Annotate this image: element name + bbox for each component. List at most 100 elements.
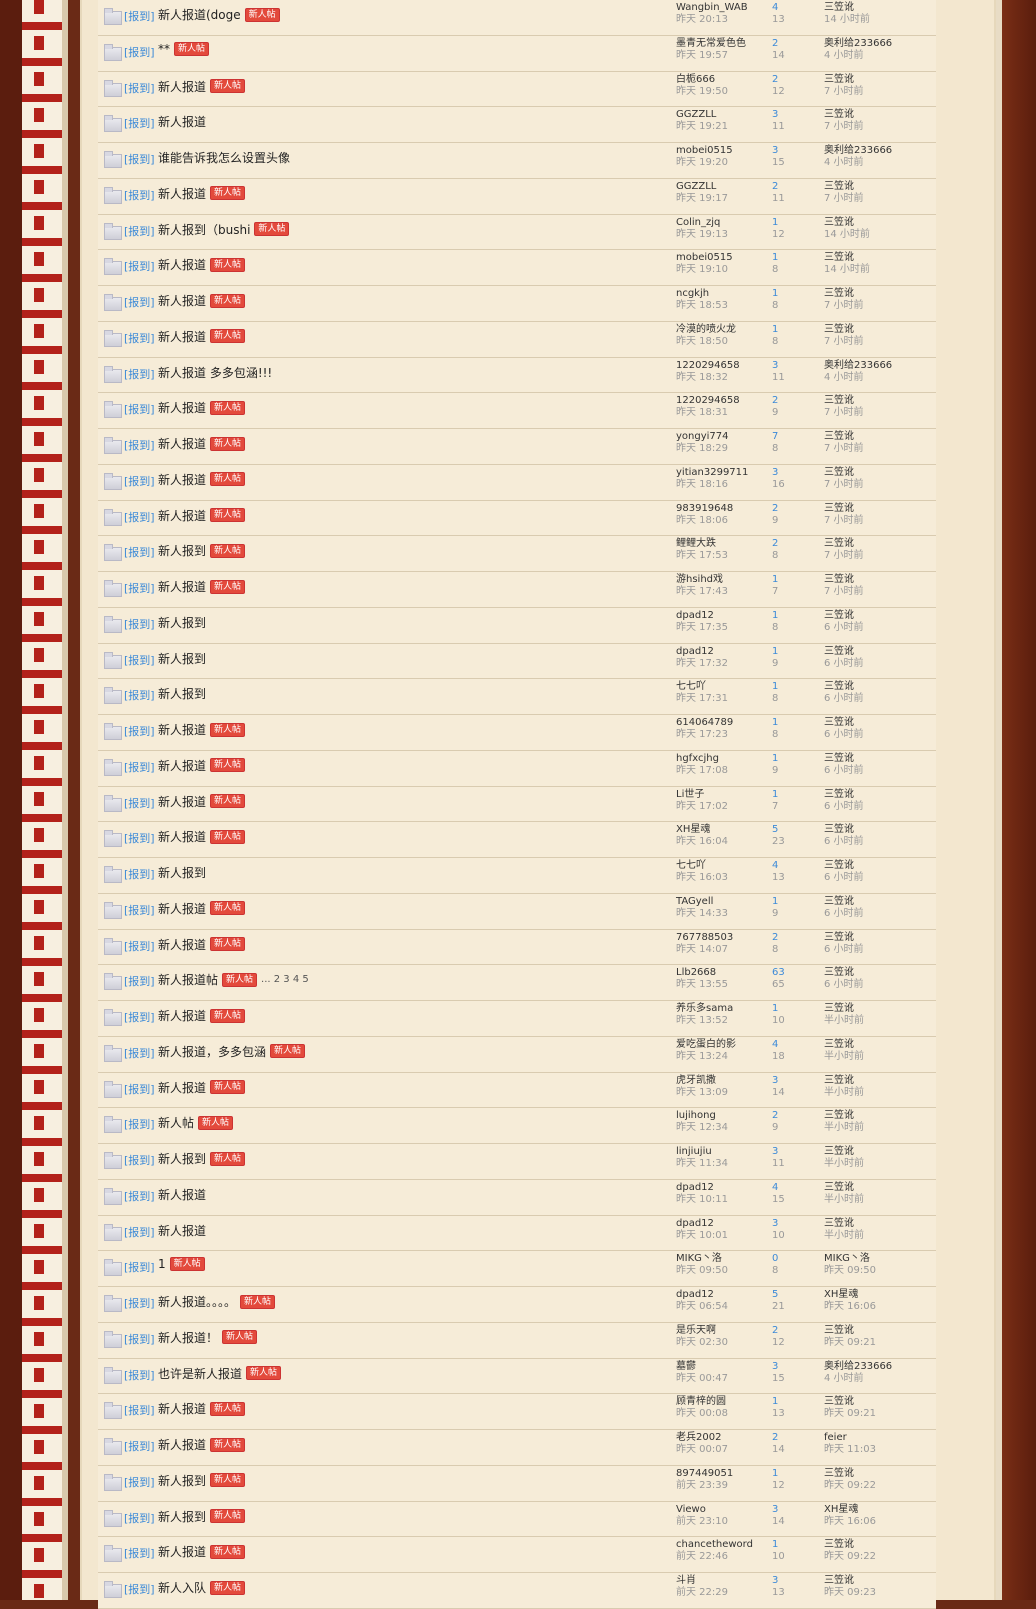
author-name[interactable]: MIKG丶洛 <box>676 1253 722 1264</box>
thread-title-text[interactable]: 新人报道 <box>158 471 206 488</box>
thread-title[interactable]: 新人报道 新人帖 <box>158 435 246 452</box>
thread-title-text[interactable]: 新人报道帖 <box>158 971 218 988</box>
last-reply-user[interactable]: 三笠讹 <box>824 1182 854 1193</box>
thread-category-link[interactable]: [报到] <box>124 723 155 739</box>
author-name[interactable]: 斗肖 <box>676 1575 696 1586</box>
thread-title-text[interactable]: 新人报到 <box>158 864 206 881</box>
last-reply-user[interactable]: 三笠讹 <box>824 967 854 978</box>
thread-title-text[interactable]: ** <box>158 42 170 56</box>
thread-title-text[interactable]: 新人报到 <box>158 1150 206 1167</box>
last-reply-user[interactable]: 奥利给233666 <box>824 1361 892 1372</box>
thread-category-link[interactable]: [报到] <box>124 1009 155 1025</box>
last-reply-user[interactable]: 三笠讹 <box>824 252 854 263</box>
thread-title[interactable]: 新人报道 新人帖 <box>158 936 246 953</box>
thread-row[interactable]: [报到] 新人报道 新人帖 chancetheword 前天 22:46 1 1… <box>98 1537 936 1573</box>
thread-category-link[interactable]: [报到] <box>124 1045 155 1061</box>
thread-category-link[interactable]: [报到] <box>124 223 155 239</box>
author-name[interactable]: 1220294658 <box>676 360 740 371</box>
thread-title[interactable]: 新人报道 新人帖 <box>158 828 246 845</box>
last-reply-user[interactable]: XH星魂 <box>824 1504 858 1515</box>
thread-title[interactable]: 新人报到 <box>158 685 206 702</box>
thread-title[interactable]: 新人报道 新人帖 <box>158 900 246 917</box>
thread-category-link[interactable]: [报到] <box>124 687 155 703</box>
author-name[interactable]: Li世子 <box>676 789 704 800</box>
thread-title-text[interactable]: 1 <box>158 1257 166 1271</box>
author-name[interactable]: hgfxcjhg <box>676 753 719 764</box>
author-name[interactable]: Llb2668 <box>676 967 716 978</box>
thread-title-text[interactable]: 新人报到 <box>158 1508 206 1525</box>
thread-title-text[interactable]: 新人报到 <box>158 685 206 702</box>
thread-category-link[interactable]: [报到] <box>124 1152 155 1168</box>
author-name[interactable]: 游hsihd戏 <box>676 574 723 585</box>
thread-category-link[interactable]: [报到] <box>124 44 155 60</box>
thread-row[interactable]: [报到] 也许是新人报道 新人帖 墓鬱 昨天 00:47 3 15 奥利给233… <box>98 1358 936 1395</box>
thread-title[interactable]: 新人报道 <box>158 1186 206 1203</box>
thread-title[interactable]: 新人报道 新人帖 <box>158 721 246 738</box>
thread-title[interactable]: 新人报道 <box>158 1222 206 1239</box>
last-reply-user[interactable]: 三笠讹 <box>824 717 854 728</box>
thread-category-link[interactable]: [报到] <box>124 1116 155 1132</box>
thread-row[interactable]: [报到] 新人报道 新人帖 Li世子 昨天 17:02 1 7 三笠讹 6 小时… <box>98 786 936 823</box>
last-reply-user[interactable]: 三笠讹 <box>824 610 854 621</box>
thread-category-link[interactable]: [报到] <box>124 80 155 96</box>
thread-category-link[interactable]: [报到] <box>124 1295 155 1311</box>
thread-title-text[interactable]: 新人报到 <box>158 650 206 667</box>
author-name[interactable]: dpad12 <box>676 610 714 621</box>
thread-row[interactable]: [报到] 新人报到 七七吖 昨天 17:31 1 8 三笠讹 6 小时前 <box>98 679 936 715</box>
thread-category-link[interactable]: [报到] <box>124 938 155 954</box>
thread-title-text[interactable]: 新人报道 <box>158 1079 206 1096</box>
last-reply-user[interactable]: 三笠讹 <box>824 1218 854 1229</box>
last-reply-user[interactable]: 三笠讹 <box>824 1575 854 1586</box>
thread-title[interactable]: 新人报道 新人帖 <box>158 1007 246 1024</box>
author-name[interactable]: Colin_zjq <box>676 217 720 228</box>
author-name[interactable]: 冷漠的喷火龙 <box>676 324 736 335</box>
thread-title[interactable]: 也许是新人报道 新人帖 <box>158 1365 282 1382</box>
thread-title-text[interactable]: 新人报道 <box>158 1543 206 1560</box>
author-name[interactable]: XH星魂 <box>676 824 710 835</box>
thread-row[interactable]: [报到] 新人报道。。。。 新人帖 dpad12 昨天 06:54 5 21 X… <box>98 1287 936 1323</box>
thread-row[interactable]: [报到] 新人报道 新人帖 老兵2002 昨天 00:07 2 14 feier… <box>98 1430 936 1466</box>
thread-row[interactable]: [报到] 新人报道 新人帖 767788503 昨天 14:07 2 8 三笠讹… <box>98 929 936 966</box>
thread-row[interactable]: [报到] 新人报道 新人帖 冷漠的喷火龙 昨天 18:50 1 8 三笠讹 7 … <box>98 321 936 358</box>
thread-category-link[interactable]: [报到] <box>124 294 155 310</box>
thread-title-text[interactable]: 新人报道，多多包涵 <box>158 1043 266 1060</box>
thread-row[interactable]: [报到] 新人报道 新人帖 养乐多sama 昨天 13:52 1 10 三笠讹 … <box>98 1001 936 1037</box>
thread-row[interactable]: [报到] 新人报道 新人帖 白栀666 昨天 19:50 2 12 三笠讹 7 … <box>98 71 936 108</box>
thread-title[interactable]: 新人报道(doge 新人帖 <box>158 6 280 23</box>
thread-title[interactable]: 新人报道，多多包涵 新人帖 <box>158 1043 306 1060</box>
thread-category-link[interactable]: [报到] <box>124 258 155 274</box>
thread-title-text[interactable]: 新人入队 <box>158 1579 206 1596</box>
thread-title-text[interactable]: 新人报道 <box>158 936 206 953</box>
thread-row[interactable]: [报到] 新人报到 新人帖 Viewo 前天 23:10 3 14 XH星魂 昨… <box>98 1501 936 1538</box>
thread-title[interactable]: 新人报到 <box>158 614 206 631</box>
author-name[interactable]: 1220294658 <box>676 395 740 406</box>
author-name[interactable]: mobei0515 <box>676 252 733 263</box>
thread-category-link[interactable]: [报到] <box>124 473 155 489</box>
thread-title-text[interactable]: 也许是新人报道 <box>158 1365 242 1382</box>
thread-title[interactable]: 新人报道 新人帖 <box>158 793 246 810</box>
author-name[interactable]: dpad12 <box>676 1218 714 1229</box>
thread-title-text[interactable]: 新人报道 <box>158 328 206 345</box>
thread-title[interactable]: 新人报到 新人帖 <box>158 1150 246 1167</box>
thread-title[interactable]: 新人报道 新人帖 <box>158 328 246 345</box>
page-links[interactable]: ... 2 3 4 5 <box>261 974 309 985</box>
author-name[interactable]: 老兵2002 <box>676 1432 721 1443</box>
thread-row[interactable]: [报到] 新人入队 新人帖 斗肖 前天 22:29 3 13 三笠讹 昨天 09… <box>98 1573 936 1609</box>
author-name[interactable]: GGZZLL <box>676 109 716 120</box>
thread-row[interactable]: [报到] 新人报到 dpad12 昨天 17:32 1 9 三笠讹 6 小时前 <box>98 643 936 680</box>
thread-title[interactable]: 新人报道 多多包涵!!! <box>158 364 272 381</box>
thread-category-link[interactable]: [报到] <box>124 616 155 632</box>
author-name[interactable]: 顾青梓的圆 <box>676 1396 726 1407</box>
thread-title-text[interactable]: 新人报道 <box>158 256 206 273</box>
author-name[interactable]: 614064789 <box>676 717 733 728</box>
thread-row[interactable]: [报到] 新人报道(doge 新人帖 Wangbin_WAB 昨天 20:13 … <box>98 0 936 36</box>
last-reply-user[interactable]: 三笠讹 <box>824 824 854 835</box>
last-reply-user[interactable]: 三笠讹 <box>824 74 854 85</box>
thread-title-text[interactable]: 新人报道 <box>158 1436 206 1453</box>
last-reply-user[interactable]: 三笠讹 <box>824 1396 854 1407</box>
thread-title[interactable]: 新人报道 <box>158 113 206 130</box>
thread-row[interactable]: [报到] 新人报道 dpad12 昨天 10:01 3 10 三笠讹 半小时前 <box>98 1215 936 1252</box>
thread-title[interactable]: 新人报道 新人帖 <box>158 578 246 595</box>
thread-title-text[interactable]: 新人报道 <box>158 900 206 917</box>
thread-title[interactable]: 新人报道帖 新人帖 ... 2 3 4 5 <box>158 971 309 988</box>
